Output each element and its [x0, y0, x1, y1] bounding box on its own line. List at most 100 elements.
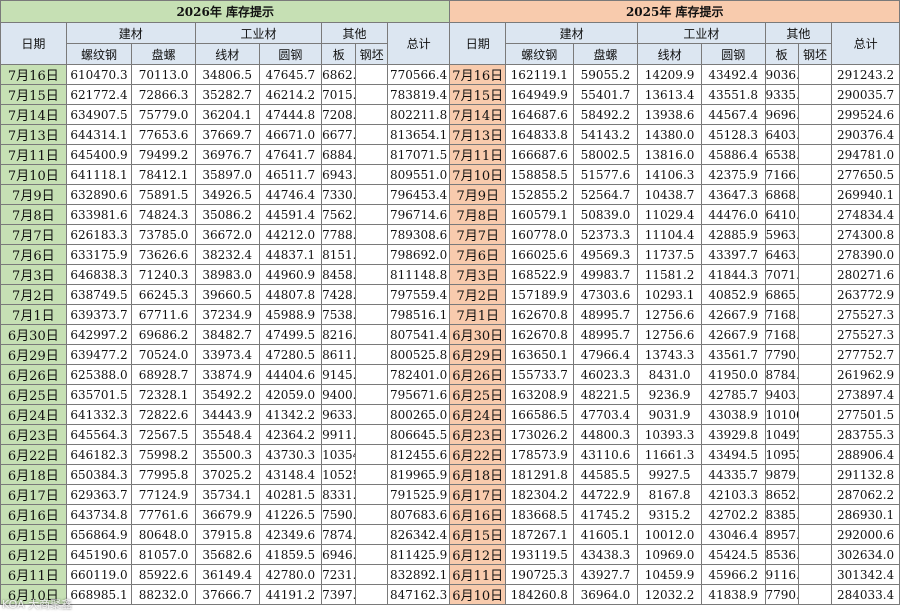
cell-billet-2026	[355, 564, 388, 585]
cell-billet-2025	[797, 264, 833, 285]
cell-total-2026: 802211.8	[386, 104, 451, 125]
cell-total-2025: 291132.8	[831, 464, 900, 485]
cell-billet-2026	[355, 264, 388, 285]
cell-rebar-2025: 157189.9	[504, 284, 574, 305]
cell-wire-2025: 9315.2	[637, 504, 702, 525]
cell-wire-2026: 36204.1	[194, 104, 260, 125]
date-cell-2025: 7月9日	[449, 184, 506, 205]
cell-wire-2025: 11029.4	[637, 204, 702, 225]
cell-rebar-2025: 166687.6	[504, 144, 574, 165]
cell-wire-2026: 37025.2	[194, 464, 260, 485]
cell-plate-2025: 6865.2	[764, 284, 799, 305]
cell-rebar-2025: 181291.8	[504, 464, 574, 485]
cell-total-2026: 811148.8	[386, 264, 451, 285]
cell-billet-2025	[797, 344, 833, 365]
cell-coil-2026: 80648.0	[131, 524, 196, 545]
cell-total-2025: 278390.0	[831, 244, 900, 265]
cell-plate-2025: 6410.5	[764, 204, 799, 225]
cell-plate-2026: 7330.2	[321, 184, 357, 205]
cell-rebar-2025: 162119.1	[504, 64, 574, 85]
cell-round-2026: 43730.3	[258, 444, 323, 465]
cell-total-2025: 274834.4	[831, 204, 900, 225]
cell-rebar-2026: 639373.7	[65, 304, 133, 325]
table-row: 7月15日621772.472866.335282.746214.27015.5…	[0, 84, 900, 105]
header-col-billet-2025: 钢坯	[797, 43, 833, 65]
cell-total-2026: 800525.8	[386, 344, 451, 365]
cell-total-2025: 261962.9	[831, 364, 900, 385]
cell-wire-2026: 35548.4	[194, 424, 260, 445]
cell-billet-2026	[355, 164, 388, 185]
cell-wire-2025: 12032.2	[637, 584, 702, 605]
date-cell-2025: 6月25日	[449, 384, 506, 405]
cell-round-2025: 43038.9	[700, 404, 766, 425]
cell-plate-2025: 7168.2	[764, 324, 799, 345]
cell-plate-2026: 8611.5	[321, 344, 357, 365]
header-col-round-2025: 圆钢	[700, 43, 766, 65]
date-cell-2026: 7月3日	[0, 264, 67, 285]
cell-billet-2025	[797, 164, 833, 185]
cell-coil-2026: 81057.0	[131, 544, 196, 565]
cell-billet-2025	[797, 204, 833, 225]
cell-plate-2026: 7428.0	[321, 284, 357, 305]
cell-plate-2025: 9335.0	[764, 84, 799, 105]
cell-rebar-2026: 635701.5	[65, 384, 133, 405]
cell-round-2026: 44746.4	[258, 184, 323, 205]
cell-total-2025: 290376.4	[831, 124, 900, 145]
header-col-wire-2025: 线材	[637, 43, 702, 65]
cell-total-2026: 782401.0	[386, 364, 451, 385]
cell-round-2026: 41859.5	[258, 544, 323, 565]
cell-round-2026: 43148.4	[258, 464, 323, 485]
date-cell-2026: 6月30日	[0, 324, 67, 345]
date-cell-2026: 6月11日	[0, 564, 67, 585]
cell-plate-2025: 6403.1	[764, 124, 799, 145]
cell-wire-2025: 10393.3	[637, 424, 702, 445]
table-row: 6月15日656864.980648.037915.842349.67874.0…	[0, 524, 900, 545]
cell-rebar-2026: 632890.6	[65, 184, 133, 205]
cell-coil-2026: 70113.0	[131, 64, 196, 85]
cell-round-2026: 41342.2	[258, 404, 323, 425]
cell-coil-2026: 72822.6	[131, 404, 196, 425]
cell-wire-2026: 35682.6	[194, 544, 260, 565]
cell-plate-2025: 9116.8	[764, 564, 799, 585]
cell-rebar-2026: 638749.5	[65, 284, 133, 305]
cell-coil-2026: 68928.7	[131, 364, 196, 385]
table-body: 7月16日610470.370113.034806.547645.76862.6…	[0, 64, 900, 605]
cell-billet-2026	[355, 304, 388, 325]
table-row: 6月24日641332.372822.634443.941342.29633.9…	[0, 404, 900, 425]
cell-plate-2026: 9633.9	[321, 404, 357, 425]
cell-billet-2026	[355, 424, 388, 445]
cell-coil-2025: 58002.5	[572, 144, 639, 165]
cell-plate-2026: 7538.8	[321, 304, 357, 325]
date-cell-2026: 7月11日	[0, 144, 67, 165]
cell-coil-2025: 47303.6	[572, 284, 639, 305]
date-cell-2025: 6月29日	[449, 344, 506, 365]
table-row: 7月8日633981.674824.335086.244591.47562.87…	[0, 204, 900, 225]
table-row: 7月6日633175.973626.638232.444837.18151.77…	[0, 244, 900, 265]
cell-billet-2025	[797, 124, 833, 145]
cell-round-2025: 41950.0	[700, 364, 766, 385]
date-cell-2026: 6月17日	[0, 484, 67, 505]
cell-round-2025: 41844.3	[700, 264, 766, 285]
cell-rebar-2025: 190725.3	[504, 564, 574, 585]
cell-coil-2025: 48995.7	[572, 324, 639, 345]
cell-plate-2025: 10953.0	[764, 444, 799, 465]
date-cell-2025: 6月26日	[449, 364, 506, 385]
date-cell-2025: 6月11日	[449, 564, 506, 585]
cell-plate-2025: 9403.7	[764, 384, 799, 405]
cell-total-2025: 294781.0	[831, 144, 900, 165]
cell-plate-2025: 6868.3	[764, 184, 799, 205]
cell-coil-2026: 70524.0	[131, 344, 196, 365]
header-group-qita-2026: 其他	[321, 22, 388, 44]
cell-round-2025: 42375.9	[700, 164, 766, 185]
cell-coil-2025: 46023.3	[572, 364, 639, 385]
cell-round-2025: 42667.9	[700, 304, 766, 325]
cell-wire-2025: 13938.6	[637, 104, 702, 125]
cell-round-2026: 40281.5	[258, 484, 323, 505]
cell-wire-2025: 14106.3	[637, 164, 702, 185]
cell-wire-2026: 35492.2	[194, 384, 260, 405]
cell-rebar-2026: 660119.0	[65, 564, 133, 585]
cell-plate-2026: 6677.6	[321, 124, 357, 145]
cell-coil-2025: 59055.2	[572, 64, 639, 85]
cell-total-2026: 797559.4	[386, 284, 451, 305]
cell-coil-2026: 69686.2	[131, 324, 196, 345]
